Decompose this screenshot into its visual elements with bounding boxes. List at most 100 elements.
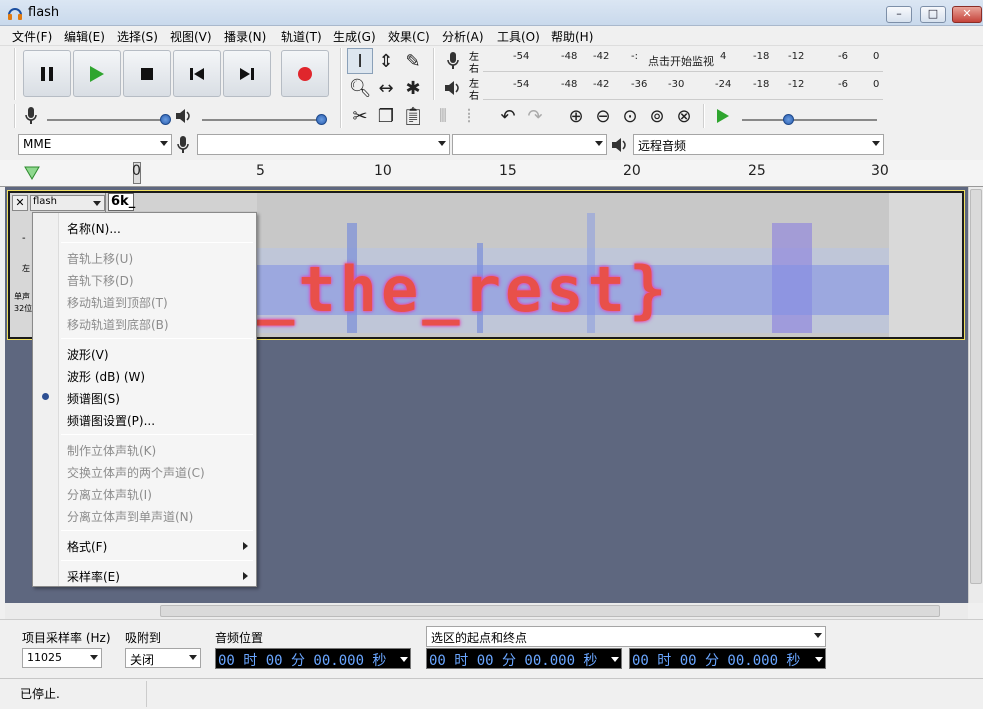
selection-end-time[interactable]: 00 时 00 分 00.000 秒: [629, 648, 826, 669]
recording-channels-select[interactable]: [452, 134, 607, 155]
multi-tool[interactable]: ✱: [400, 75, 426, 101]
undo-button[interactable]: ↶: [495, 103, 521, 129]
menu-generate[interactable]: 生成(G): [333, 28, 376, 45]
menu-item-spectrogram[interactable]: 频谱图(S): [67, 390, 120, 407]
audio-position-value: 00 时 00 分 00.000 秒: [218, 653, 387, 669]
spectrogram-view[interactable]: _the_rest}: [257, 193, 889, 337]
play-meter-button[interactable]: [440, 75, 466, 101]
fit-project-icon: ⊚: [649, 105, 665, 127]
menu-item-name[interactable]: 名称(N)...: [67, 220, 121, 237]
skip-start-icon: [190, 67, 204, 80]
vertical-scroll-thumb[interactable]: [970, 189, 982, 584]
audio-host-select[interactable]: MME: [18, 134, 172, 155]
playback-volume-slider[interactable]: [202, 119, 320, 121]
selection-mode-select[interactable]: 选区的起点和终点: [426, 626, 826, 647]
paste-button[interactable]: 📋︎: [400, 103, 426, 129]
clipboard-icon: 📋︎: [401, 105, 425, 127]
pause-button[interactable]: [23, 50, 71, 97]
vertical-scrollbar[interactable]: [968, 187, 983, 603]
menu-item-spectrogram-settings[interactable]: 频谱图设置(P)...: [67, 412, 155, 429]
zoom-toggle-button[interactable]: ⊗: [671, 103, 697, 129]
silence-button[interactable]: ⦙: [456, 103, 482, 129]
close-window-button[interactable]: ✕: [952, 6, 982, 23]
meter-tick: -24: [715, 79, 732, 90]
skip-to-end-button[interactable]: [223, 50, 271, 97]
horizontal-scroll-thumb[interactable]: [160, 605, 940, 617]
menu-item-move-top[interactable]: 移动轨道到顶部(T): [67, 294, 168, 311]
menu-item-split-stereo[interactable]: 分离立体声轨(I): [67, 486, 152, 503]
play-speed-slider[interactable]: [742, 119, 877, 121]
play-meter-right-label: 右: [469, 91, 479, 102]
minimize-button[interactable]: –: [886, 6, 912, 23]
fit-selection-button[interactable]: ⊙: [617, 103, 643, 129]
menu-select[interactable]: 选择(S): [117, 28, 158, 45]
menu-item-swap-channels[interactable]: 交换立体声的两个声道(C): [67, 464, 205, 481]
menu-item-rate[interactable]: 采样率(E): [67, 568, 120, 585]
project-rate-select[interactable]: 11025: [22, 648, 102, 668]
zoom-tool[interactable]: 🔍︎: [347, 75, 373, 101]
selection-tool[interactable]: I: [347, 48, 373, 74]
skip-to-start-button[interactable]: [173, 50, 221, 97]
fit-project-button[interactable]: ⊚: [644, 103, 670, 129]
copy-button[interactable]: ❐: [373, 103, 399, 129]
menu-item-make-stereo[interactable]: 制作立体声轨(K): [67, 442, 156, 459]
horizontal-scrollbar[interactable]: [5, 603, 968, 619]
menu-item-move-up[interactable]: 音轨上移(U): [67, 250, 133, 267]
record-button[interactable]: [281, 50, 329, 97]
recording-device-select[interactable]: [197, 134, 450, 155]
menu-file[interactable]: 文件(F): [12, 28, 52, 45]
menu-bar: 文件(F) 编辑(E) 选择(S) 视图(V) 播录(N) 轨道(T) 生成(G…: [0, 26, 983, 46]
record-meter[interactable]: -54 -48 -42 -: 点击开始监视 4 -18 -12 -6 0: [483, 48, 883, 72]
menu-tools[interactable]: 工具(O): [497, 28, 540, 45]
stop-button[interactable]: [123, 50, 171, 97]
zoom-in-button[interactable]: ⊕: [563, 103, 589, 129]
play-button[interactable]: [73, 50, 121, 97]
envelope-tool[interactable]: ⇕: [373, 48, 399, 74]
trim-button[interactable]: ⦀: [430, 103, 456, 129]
track-name-button[interactable]: flash: [30, 195, 105, 211]
audio-position-time[interactable]: 00 时 00 分 00.000 秒: [215, 648, 411, 669]
menu-item-format[interactable]: 格式(F): [67, 538, 107, 555]
record-meter-button[interactable]: [440, 48, 466, 74]
ruler-tick-label: 0: [132, 163, 141, 179]
status-text: 已停止.: [20, 687, 60, 701]
menu-effect[interactable]: 效果(C): [388, 28, 430, 45]
menu-item-waveform-db[interactable]: 波形 (dB) (W): [67, 368, 145, 385]
menu-item-split-mono[interactable]: 分离立体声到单声道(N): [67, 508, 193, 525]
recording-volume-knob[interactable]: [160, 114, 171, 125]
menu-item-move-bottom[interactable]: 移动轨道到底部(B): [67, 316, 169, 333]
cut-button[interactable]: ✂: [347, 103, 373, 129]
timeline-ruler[interactable]: 0 5 10 15 20 25 30: [0, 160, 983, 187]
menu-item-waveform[interactable]: 波形(V): [67, 346, 109, 363]
timeshift-tool[interactable]: ↔: [373, 75, 399, 101]
menu-help[interactable]: 帮助(H): [551, 28, 593, 45]
menu-analyze[interactable]: 分析(A): [442, 28, 484, 45]
zoom-out-button[interactable]: ⊖: [590, 103, 616, 129]
play-head-icon[interactable]: [24, 165, 40, 181]
recording-volume-slider[interactable]: [47, 119, 165, 121]
pencil-icon: ✎: [405, 50, 421, 72]
speaker-icon: [445, 81, 459, 95]
draw-tool[interactable]: ✎: [400, 48, 426, 74]
playback-device-select[interactable]: 远程音频: [633, 134, 884, 155]
menu-tracks[interactable]: 轨道(T): [281, 28, 322, 45]
status-bar: 已停止.: [0, 678, 983, 709]
play-speed-knob[interactable]: [783, 114, 794, 125]
menu-view[interactable]: 视图(V): [170, 28, 212, 45]
envelope-icon: ⇕: [378, 50, 394, 72]
playback-volume-knob[interactable]: [316, 114, 327, 125]
monitor-prompt: 点击开始监视: [648, 55, 714, 68]
play-meter[interactable]: -54 -48 -42 -36 -30 -24 -18 -12 -6 0: [483, 76, 883, 100]
meter-tick: 0: [873, 51, 880, 62]
menu-transport[interactable]: 播录(N): [224, 28, 266, 45]
play-at-speed-button[interactable]: [710, 103, 736, 129]
snap-to-select[interactable]: 关闭: [125, 648, 201, 668]
meter-tick: -6: [838, 79, 848, 90]
selection-start-time[interactable]: 00 时 00 分 00.000 秒: [426, 648, 622, 669]
redo-button[interactable]: ↷: [522, 103, 548, 129]
maximize-button[interactable]: □: [920, 6, 946, 23]
menu-item-move-down[interactable]: 音轨下移(D): [67, 272, 134, 289]
track-close-button[interactable]: ✕: [12, 195, 28, 211]
spectrogram-text: _the_rest}: [257, 253, 671, 326]
menu-edit[interactable]: 编辑(E): [64, 28, 105, 45]
